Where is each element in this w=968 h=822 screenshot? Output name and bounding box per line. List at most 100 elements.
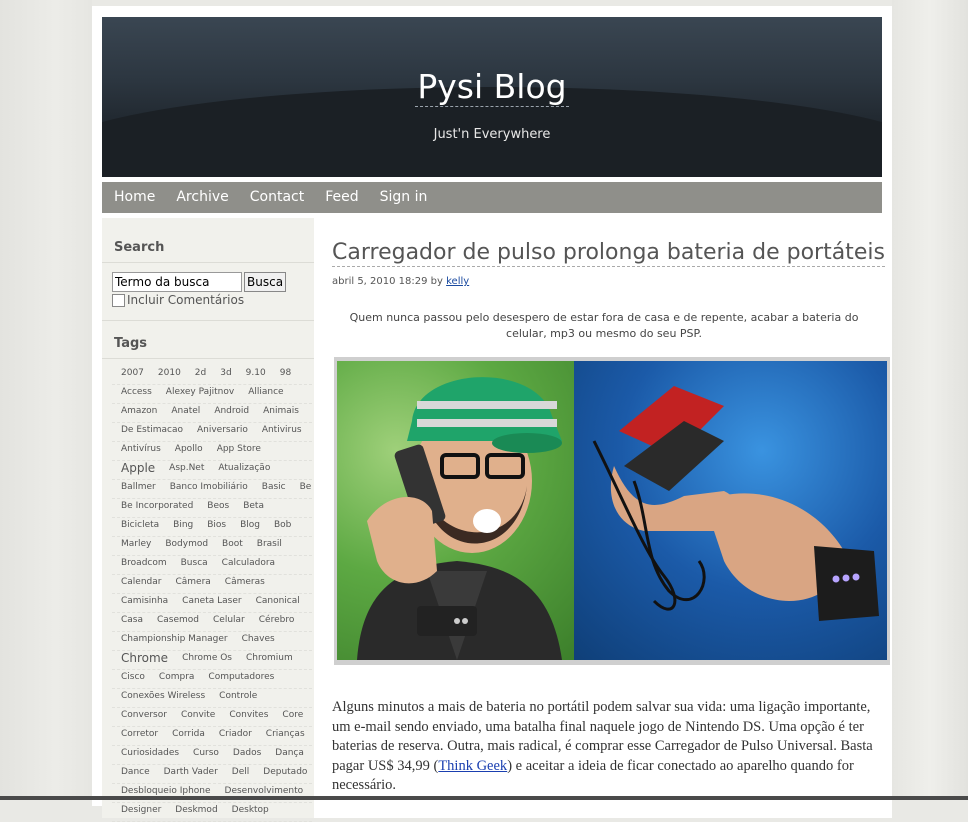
tag-link[interactable]: Chaves <box>242 634 275 644</box>
tag-link[interactable]: Atualização <box>218 463 270 473</box>
tag-link[interactable]: Calculadora <box>222 558 275 568</box>
think-geek-link[interactable]: Think Geek <box>438 758 507 774</box>
tag-link[interactable]: Darth Vader <box>164 767 218 777</box>
tag-link[interactable]: 2010 <box>158 368 181 378</box>
tag-link[interactable]: Deskmod <box>175 805 217 815</box>
tag-link[interactable]: Controle <box>219 691 257 701</box>
tag-link[interactable]: Apollo <box>175 444 203 454</box>
tag-link[interactable]: Marley <box>121 539 151 549</box>
tag-link[interactable]: Antivirus <box>262 425 302 435</box>
tag-link[interactable]: Conexões Wireless <box>121 691 205 701</box>
tag-link[interactable]: Curso <box>193 748 219 758</box>
tag-link[interactable]: 3d <box>220 368 231 378</box>
tag-link[interactable]: Bicicleta <box>121 520 159 530</box>
blog-title-text[interactable]: Pysi Blog <box>415 67 569 107</box>
tag-link[interactable]: Chrome Os <box>182 653 232 663</box>
tag-link[interactable]: Câmera <box>175 577 210 587</box>
tag-link[interactable]: Crianças <box>266 729 305 739</box>
nav-sign-in[interactable]: Sign in <box>380 182 428 213</box>
nav-archive[interactable]: Archive <box>176 182 228 213</box>
tag-link[interactable]: Amazon <box>121 406 157 416</box>
tag-row: Bicicleta Bing Bios Blog Bob <box>112 518 312 537</box>
tag-link[interactable]: Broadcom <box>121 558 167 568</box>
tag-link[interactable]: Curiosidades <box>121 748 179 758</box>
tag-link[interactable]: Celular <box>213 615 245 625</box>
tag-link[interactable]: Desbloqueio Iphone <box>121 786 211 796</box>
tag-link[interactable]: Casemod <box>157 615 199 625</box>
tag-link[interactable]: Bing <box>173 520 193 530</box>
tag-link[interactable]: Desktop <box>232 805 269 815</box>
tag-link[interactable]: Animais <box>263 406 299 416</box>
tag-link[interactable]: Asp.Net <box>169 463 204 473</box>
tag-link[interactable]: Bios <box>207 520 226 530</box>
tag-row: Conexões Wireless Controle <box>112 689 312 708</box>
tag-link[interactable]: Brasil <box>257 539 282 549</box>
tag-link[interactable]: Corrida <box>172 729 205 739</box>
blog-title[interactable]: Pysi Blog <box>102 67 882 107</box>
tag-link[interactable]: Busca <box>181 558 208 568</box>
tag-link[interactable]: Beos <box>207 501 229 511</box>
tag-link[interactable]: Alliance <box>248 387 283 397</box>
tag-link[interactable]: Be Incorporated <box>121 501 193 511</box>
tag-link[interactable]: Câmeras <box>225 577 265 587</box>
tag-link[interactable]: Cisco <box>121 672 145 682</box>
tag-link[interactable]: Convites <box>229 710 268 720</box>
tag-link[interactable]: Dell <box>232 767 249 777</box>
nav-home[interactable]: Home <box>114 182 155 213</box>
tag-link[interactable]: Corretor <box>121 729 158 739</box>
tag-link[interactable]: Computadores <box>208 672 274 682</box>
tag-link[interactable]: App Store <box>217 444 261 454</box>
tag-link[interactable]: Ballmer <box>121 482 156 492</box>
nav-feed[interactable]: Feed <box>325 182 358 213</box>
tag-link[interactable]: Canonical <box>256 596 300 606</box>
tag-link[interactable]: Aniversario <box>197 425 248 435</box>
tag-link[interactable]: Access <box>121 387 152 397</box>
tag-link[interactable]: Compra <box>159 672 195 682</box>
tag-link[interactable]: Deputado <box>263 767 307 777</box>
tag-link[interactable]: Boot <box>222 539 243 549</box>
search-form: Busca <box>112 272 287 292</box>
post-title[interactable]: Carregador de pulso prolonga bateria de … <box>332 240 885 267</box>
include-comments-option[interactable]: Incluir Comentários <box>112 293 244 307</box>
tag-link[interactable]: Beta <box>243 501 264 511</box>
tag-link[interactable]: Calendar <box>121 577 161 587</box>
tag-link[interactable]: Bodymod <box>165 539 208 549</box>
tag-link[interactable]: Apple <box>121 461 155 475</box>
tag-link[interactable]: Casa <box>121 615 143 625</box>
tag-link[interactable]: Android <box>214 406 249 416</box>
tag-link[interactable]: Convite <box>181 710 215 720</box>
tag-link[interactable]: 98 <box>280 368 291 378</box>
tag-link[interactable]: Banco Imobiliário <box>170 482 248 492</box>
search-input[interactable] <box>112 272 242 292</box>
tag-link[interactable]: Designer <box>121 805 161 815</box>
tag-link[interactable]: Cérebro <box>259 615 295 625</box>
tag-row: De Estimacao Aniversario Antivirus <box>112 423 312 442</box>
include-comments-checkbox[interactable] <box>112 293 125 307</box>
nav-contact[interactable]: Contact <box>250 182 304 213</box>
tag-link[interactable]: Caneta Laser <box>182 596 241 606</box>
tag-link[interactable]: Antivírus <box>121 444 161 454</box>
tag-link[interactable]: Camisinha <box>121 596 168 606</box>
tag-link[interactable]: Chrome <box>121 651 168 665</box>
tag-link[interactable]: Basic <box>262 482 286 492</box>
tag-link[interactable]: Dados <box>233 748 261 758</box>
tag-link[interactable]: Conversor <box>121 710 167 720</box>
tag-link[interactable]: Criador <box>219 729 252 739</box>
tag-link[interactable]: 9.10 <box>246 368 266 378</box>
tag-link[interactable]: Be <box>300 482 312 492</box>
tag-link[interactable]: Anatel <box>171 406 200 416</box>
tag-link[interactable]: 2d <box>195 368 206 378</box>
tag-link[interactable]: 2007 <box>121 368 144 378</box>
tag-link[interactable]: De Estimacao <box>121 425 183 435</box>
tag-link[interactable]: Dança <box>275 748 304 758</box>
tag-link[interactable]: Alexey Pajitnov <box>166 387 234 397</box>
tag-link[interactable]: Championship Manager <box>121 634 228 644</box>
post-author-link[interactable]: kelly <box>446 276 469 287</box>
tag-link[interactable]: Blog <box>240 520 260 530</box>
tag-link[interactable]: Dance <box>121 767 150 777</box>
tag-link[interactable]: Desenvolvimento <box>225 786 304 796</box>
tag-link[interactable]: Bob <box>274 520 291 530</box>
tag-link[interactable]: Core <box>282 710 303 720</box>
search-button[interactable]: Busca <box>244 272 287 292</box>
tag-link[interactable]: Chromium <box>246 653 293 663</box>
